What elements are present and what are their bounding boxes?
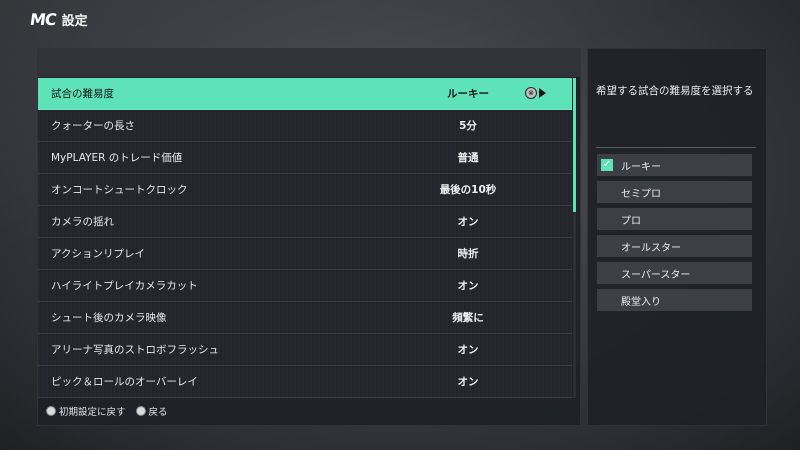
setting-value: オン <box>457 376 479 388</box>
setting-value: 普通 <box>457 152 479 164</box>
option-label: 殿堂入り <box>621 296 661 308</box>
option-label: プロ <box>621 215 641 227</box>
setting-value: ルーキー <box>447 88 489 100</box>
setting-label: オンコートシュートクロック <box>51 184 188 196</box>
setting-label: MyPLAYER のトレード価値 <box>51 152 183 164</box>
settings-panel: 試合の難易度 ルーキー ⊗ クォーターの長さ 5分 MyPLAYER のトレード… <box>37 48 581 426</box>
setting-label: クォーターの長さ <box>51 120 135 132</box>
setting-label: アクションリプレイ <box>51 248 145 260</box>
setting-label: アリーナ写真のストロボフラッシュ <box>51 344 219 356</box>
option-all-star[interactable]: オールスター <box>597 235 752 257</box>
x-button-icon: ⊗ <box>525 87 537 99</box>
setting-value: オン <box>457 280 479 292</box>
setting-row-difficulty[interactable]: 試合の難易度 ルーキー ⊗ <box>38 78 572 110</box>
reset-defaults-button[interactable]: 初期設定に戻す <box>46 404 126 418</box>
controller-button-icon <box>46 406 56 416</box>
header: MC 設定 <box>28 7 88 31</box>
option-hall-of-fame[interactable]: 殿堂入り <box>597 289 752 311</box>
setting-row-strobe-flash[interactable]: アリーナ写真のストロボフラッシュ オン <box>38 334 572 366</box>
setting-label: 試合の難易度 <box>51 88 114 100</box>
setting-value: オン <box>457 344 479 356</box>
option-label: スーパースター <box>621 269 691 281</box>
mc-logo: MC <box>28 9 58 29</box>
option-semi-pro[interactable]: セミプロ <box>597 181 752 203</box>
checkmark-icon: ✓ <box>601 159 613 171</box>
setting-label: ハイライトプレイカメラカット <box>51 280 198 292</box>
setting-value: 時折 <box>457 248 479 260</box>
option-label: セミプロ <box>621 188 661 200</box>
setting-row-action-replay[interactable]: アクションリプレイ 時折 <box>38 238 572 270</box>
scrollbar-thumb[interactable] <box>573 78 576 212</box>
option-rookie[interactable]: ✓ ルーキー <box>597 154 752 176</box>
option-pro[interactable]: プロ <box>597 208 752 230</box>
detail-description: 希望する試合の難易度を選択する <box>596 85 754 97</box>
setting-value: 5分 <box>459 120 477 132</box>
difficulty-options: ✓ ルーキー セミプロ プロ オールスター スーパースター 殿堂入り <box>597 154 752 316</box>
setting-row-pick-roll-overlay[interactable]: ピック＆ロールのオーバーレイ オン <box>38 366 572 398</box>
back-label: 戻る <box>148 407 168 418</box>
option-label: ルーキー <box>621 161 661 173</box>
option-label: オールスター <box>621 242 681 254</box>
reset-defaults-label: 初期設定に戻す <box>59 407 126 418</box>
setting-label: シュート後のカメラ映像 <box>51 312 167 324</box>
setting-row-shot-clock[interactable]: オンコートシュートクロック 最後の10秒 <box>38 174 572 206</box>
setting-row-trade-value[interactable]: MyPLAYER のトレード価値 普通 <box>38 142 572 174</box>
setting-label: カメラの揺れ <box>51 216 114 228</box>
divider <box>596 147 756 148</box>
setting-value: 頻繁に <box>452 312 484 324</box>
row-action[interactable]: ⊗ <box>525 87 546 99</box>
arrow-right-icon <box>539 88 546 98</box>
setting-value: オン <box>457 216 479 228</box>
option-superstar[interactable]: スーパースター <box>597 262 752 284</box>
setting-row-quarter-length[interactable]: クォーターの長さ 5分 <box>38 110 572 142</box>
setting-row-post-shot-camera[interactable]: シュート後のカメラ映像 頻繁に <box>38 302 572 334</box>
panel-topbar <box>38 49 580 77</box>
controller-button-icon <box>135 406 146 416</box>
setting-row-highlight-camera[interactable]: ハイライトプレイカメラカット オン <box>38 270 572 302</box>
back-button[interactable]: 戻る <box>135 404 168 418</box>
page-title: 設定 <box>61 13 88 29</box>
setting-label: ピック＆ロールのオーバーレイ <box>51 376 198 388</box>
detail-panel: 希望する試合の難易度を選択する ✓ ルーキー セミプロ プロ オールスター スー… <box>587 48 767 426</box>
settings-list: 試合の難易度 ルーキー ⊗ クォーターの長さ 5分 MyPLAYER のトレード… <box>38 78 572 398</box>
setting-value: 最後の10秒 <box>439 184 497 196</box>
setting-row-camera-shake[interactable]: カメラの揺れ オン <box>38 206 572 238</box>
footer: 初期設定に戻す 戻る <box>37 400 588 422</box>
